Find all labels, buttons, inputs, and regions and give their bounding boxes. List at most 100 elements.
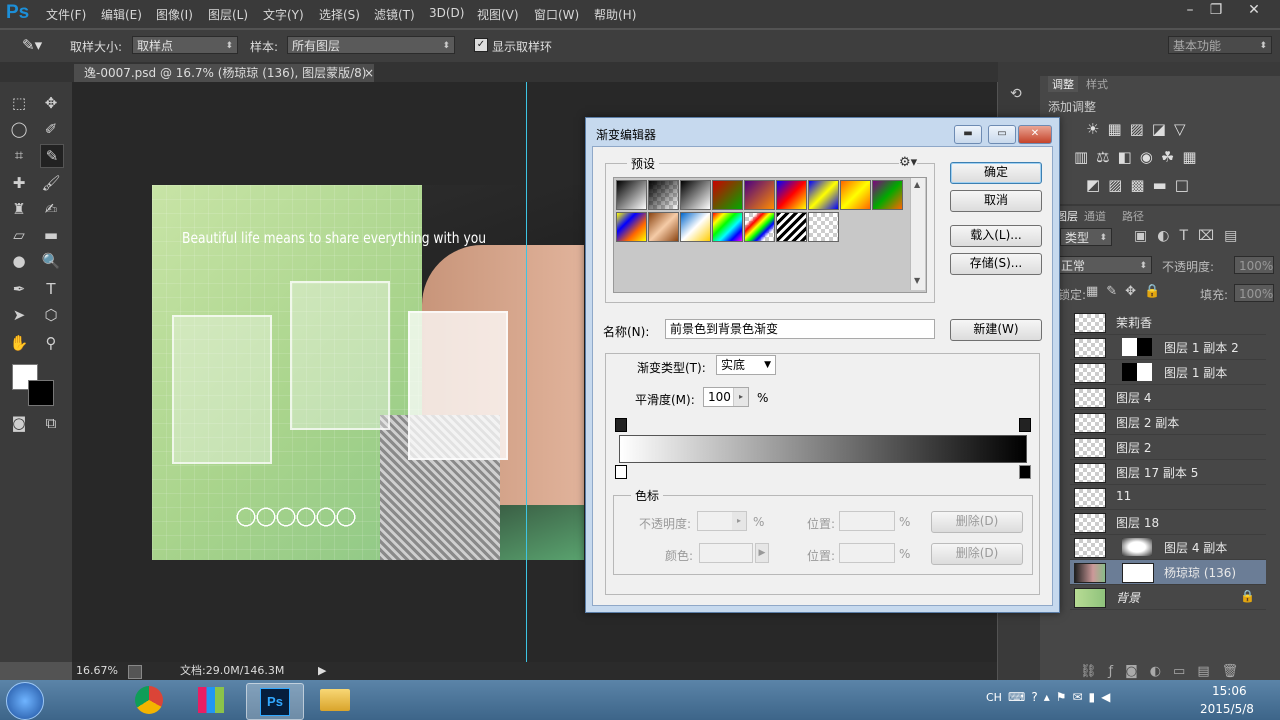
menu-help[interactable]: 帮助(H) [594, 6, 636, 23]
opacity-stop-left[interactable] [615, 418, 627, 432]
menu-image[interactable]: 图像(I) [156, 6, 193, 23]
layer-filter-icons[interactable]: ▣◐T⌧▤ [1134, 228, 1247, 244]
type-icon[interactable]: T [40, 278, 62, 300]
menu-select[interactable]: 选择(S) [319, 6, 360, 23]
zoom-icon[interactable]: ⚲ [40, 332, 62, 354]
opacity-field[interactable]: 100% [1234, 256, 1274, 274]
preset-swatch[interactable] [616, 180, 647, 210]
gradient-name-input[interactable]: 前景色到背景色渐变 [665, 319, 935, 339]
history-brush-icon[interactable]: ✍ [40, 198, 62, 220]
layer-row-selected[interactable]: 杨琼琼 (136) [1070, 560, 1266, 585]
layer-row[interactable]: 茉莉香 [1070, 310, 1266, 335]
stamp-icon[interactable]: ♜ [8, 198, 30, 220]
document-canvas[interactable]: Beautiful life means to share everything… [152, 185, 584, 560]
tab-channels[interactable]: 通道 [1084, 208, 1106, 224]
layer-row[interactable]: 图层 2 [1070, 435, 1266, 460]
gear-icon[interactable]: ⚙▾ [899, 155, 918, 170]
guide-line[interactable] [526, 82, 527, 662]
path-select-icon[interactable]: ➤ [8, 304, 30, 326]
layer-row[interactable]: 图层 4 [1070, 385, 1266, 410]
preset-swatch[interactable] [808, 180, 839, 210]
background-color-swatch[interactable] [28, 380, 54, 406]
menu-layer[interactable]: 图层(L) [208, 6, 248, 23]
save-button[interactable]: 存储(S)... [950, 253, 1042, 275]
restore-button[interactable]: ❐ [1198, 0, 1234, 20]
preset-swatch[interactable] [648, 180, 679, 210]
blur-icon[interactable]: ● [8, 250, 30, 272]
close-icon[interactable]: × [364, 64, 374, 82]
document-tab[interactable]: 逸-0007.psd @ 16.7% (杨琼琼 (136), 图层蒙版/8) *… [74, 64, 374, 98]
preset-swatch[interactable] [872, 180, 903, 210]
dialog-minimize-button[interactable]: ▬ [954, 125, 982, 144]
tab-adjustments[interactable]: 调整 [1048, 76, 1078, 92]
layer-row[interactable]: 图层 1 副本 2 [1070, 335, 1266, 360]
clock-date[interactable]: 2015/5/8 [1200, 702, 1254, 716]
preset-swatch[interactable] [840, 180, 871, 210]
layer-row[interactable]: 图层 17 副本 5 [1070, 460, 1266, 485]
menu-file[interactable]: 文件(F) [46, 6, 86, 23]
layer-row[interactable]: 图层 18 [1070, 510, 1266, 535]
load-button[interactable]: 载入(L)... [950, 225, 1042, 247]
history-icon[interactable]: ⟲ [1010, 86, 1022, 102]
cancel-button[interactable]: 取消 [950, 190, 1042, 212]
show-ring-checkbox[interactable]: ✓ [474, 38, 488, 52]
layer-row[interactable]: 图层 4 副本 [1070, 535, 1266, 560]
close-button[interactable]: ✕ [1236, 0, 1272, 20]
menu-view[interactable]: 视图(V) [477, 6, 519, 23]
chrome-taskbar-icon[interactable] [122, 683, 178, 718]
preset-swatch[interactable] [680, 212, 711, 242]
move-icon[interactable]: ✥ [40, 92, 62, 114]
preset-swatch[interactable] [776, 180, 807, 210]
color-stop-right[interactable] [1019, 465, 1031, 479]
app-taskbar-icon[interactable] [184, 683, 240, 718]
menu-type[interactable]: 文字(Y) [263, 6, 304, 23]
lasso-icon[interactable]: ◯ [8, 118, 30, 140]
language-indicator[interactable]: CH [986, 691, 1002, 704]
workspace-select[interactable]: 基本功能 ⬍ [1168, 36, 1272, 54]
eyedropper-icon[interactable]: ✎▾ [22, 36, 42, 54]
gradient-icon[interactable]: ▬ [40, 224, 62, 246]
layer-actions-icons[interactable]: ⛓ƒ◙◐▭▤🗑 [1080, 664, 1250, 679]
blend-mode-select[interactable]: 正常 ⬍ [1056, 256, 1152, 274]
layer-row[interactable]: 11 [1070, 485, 1266, 510]
stepper-arrow-icon[interactable]: ▸ [733, 388, 748, 406]
start-button[interactable] [6, 682, 44, 720]
photoshop-taskbar-icon[interactable]: Ps [246, 683, 304, 720]
adjustment-icons-row1[interactable]: ☀▦▨◪▽ [1086, 120, 1194, 138]
triangle-right-icon[interactable]: ▶ [318, 662, 326, 680]
gradient-preview-bar[interactable] [619, 435, 1027, 463]
scroll-up-icon[interactable]: ▲ [914, 180, 920, 189]
eyedropper-tool-icon[interactable]: ✎ [40, 144, 64, 168]
layer-mask-thumbnail[interactable] [1122, 538, 1152, 556]
layer-row[interactable]: 背景 🔒 [1070, 585, 1266, 610]
healing-icon[interactable]: ✚ [8, 172, 30, 194]
status-icon[interactable] [128, 665, 142, 679]
hand-icon[interactable]: ✋ [8, 332, 30, 354]
dialog-close-button[interactable]: ✕ [1018, 125, 1052, 144]
preset-swatch[interactable] [712, 180, 743, 210]
preset-swatch[interactable] [808, 212, 839, 242]
opacity-stop-right[interactable] [1019, 418, 1031, 432]
explorer-taskbar-icon[interactable] [308, 683, 364, 718]
layer-row[interactable]: 图层 2 副本 [1070, 410, 1266, 435]
preset-swatch[interactable] [744, 180, 775, 210]
menu-filter[interactable]: 滤镜(T) [374, 6, 415, 23]
dodge-icon[interactable]: 🔍 [40, 250, 62, 272]
crop-icon[interactable]: ⌗ [8, 144, 30, 166]
menu-3d[interactable]: 3D(D) [429, 6, 464, 20]
new-button[interactable]: 新建(W) [950, 319, 1042, 341]
dialog-maximize-button[interactable]: ▭ [988, 125, 1016, 144]
lock-icons[interactable]: ▦✎✥🔒 [1086, 284, 1168, 299]
sample-select[interactable]: 所有图层 ⬍ [287, 36, 455, 54]
smoothness-input[interactable]: 100 ▸ [703, 387, 749, 407]
scroll-down-icon[interactable]: ▼ [914, 276, 920, 285]
preset-swatch[interactable] [616, 212, 647, 242]
sample-size-select[interactable]: 取样点 ⬍ [132, 36, 238, 54]
layer-kind-filter[interactable]: 类型 ⬍ [1060, 228, 1112, 246]
tab-styles[interactable]: 样式 [1086, 76, 1108, 92]
presets-scrollbar[interactable]: ▲ ▼ [910, 178, 925, 290]
clock-time[interactable]: 15:06 [1212, 684, 1247, 698]
marquee-icon[interactable]: ⬚ [8, 92, 30, 114]
quick-select-icon[interactable]: ✐ [40, 118, 62, 140]
adjustment-icons-row2[interactable]: ▥⚖◧◉☘▦ [1074, 148, 1205, 166]
